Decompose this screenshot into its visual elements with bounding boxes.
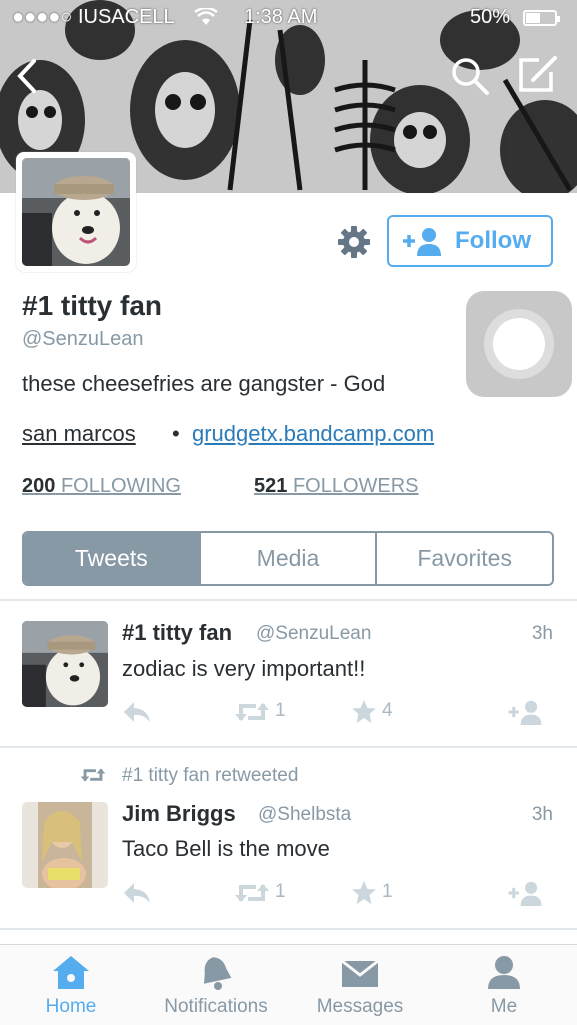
nav-messages-label: Messages bbox=[316, 996, 404, 1017]
tweet-author-handle: @Shelbsta bbox=[258, 804, 352, 825]
followers-label: FOLLOWERS bbox=[292, 475, 419, 497]
profile-avatar-image bbox=[22, 158, 130, 266]
add-person-icon bbox=[403, 228, 441, 256]
clock: 1:38 AM bbox=[244, 6, 318, 28]
star-icon[interactable] bbox=[351, 699, 377, 725]
envelope-icon bbox=[341, 959, 379, 987]
retweet-count: 1 bbox=[275, 700, 286, 721]
back-chevron-icon[interactable] bbox=[14, 58, 40, 94]
carrier-label: ●●●●○ IUSACELL bbox=[12, 6, 175, 28]
bell-icon bbox=[203, 957, 232, 990]
nav-notifications[interactable]: Notifications bbox=[156, 945, 276, 1025]
battery-percent: 50% bbox=[470, 6, 511, 28]
tweet-text: Taco Bell is the move bbox=[122, 836, 330, 861]
follow-button[interactable]: Follow bbox=[387, 215, 553, 267]
followers-count: 521 bbox=[254, 475, 288, 497]
gear-icon[interactable] bbox=[336, 224, 372, 260]
retweet-icon bbox=[80, 768, 106, 782]
retweet-icon[interactable] bbox=[234, 700, 270, 724]
tweet-avatar[interactable] bbox=[22, 802, 108, 888]
nav-me-label: Me bbox=[490, 996, 518, 1017]
tweet-time: 3h bbox=[531, 623, 553, 644]
compose-icon[interactable] bbox=[517, 54, 559, 94]
tweet-time: 3h bbox=[531, 804, 553, 825]
add-person-icon[interactable] bbox=[505, 880, 545, 906]
following-label: FOLLOWING bbox=[60, 475, 181, 497]
retweeted-by-label: #1 titty fan retweeted bbox=[122, 765, 299, 786]
follow-button-label: Follow bbox=[455, 227, 531, 254]
tweet-author-handle: @SenzuLean bbox=[256, 623, 372, 644]
nav-me[interactable]: Me bbox=[444, 945, 564, 1025]
profile-bio: these cheesefries are gangster - God bbox=[22, 371, 386, 396]
nav-notifications-label: Notifications bbox=[164, 996, 268, 1017]
bottom-tab-bar: Home Notifications Messages Me bbox=[0, 944, 577, 1025]
search-icon[interactable] bbox=[450, 56, 490, 96]
following-count: 200 bbox=[22, 475, 56, 497]
status-bar: ●●●●○ IUSACELL 1:38 AM 50% bbox=[0, 6, 577, 32]
profile-handle: @SenzuLean bbox=[22, 328, 144, 350]
person-icon bbox=[488, 956, 520, 989]
tweet-author-name: Jim Briggs bbox=[122, 801, 236, 826]
nav-home-label: Home bbox=[45, 996, 97, 1017]
tweet-avatar[interactable] bbox=[22, 621, 108, 707]
tweet-author-name: #1 titty fan bbox=[122, 620, 233, 645]
reply-icon[interactable] bbox=[122, 881, 152, 905]
profile-tabs: Tweets Media Favorites bbox=[22, 531, 554, 586]
star-icon[interactable] bbox=[351, 880, 377, 906]
reply-icon[interactable] bbox=[122, 700, 152, 724]
retweet-count: 1 bbox=[275, 881, 286, 902]
profile-website-link[interactable]: grudgetx.bandcamp.com bbox=[192, 421, 434, 447]
profile-location[interactable]: san marcos bbox=[22, 421, 136, 447]
tab-favorites[interactable]: Favorites bbox=[375, 533, 552, 584]
tweet-item[interactable]: #1 titty fan @SenzuLean 3h zodiac is ver… bbox=[0, 601, 577, 746]
profile-name: #1 titty fan bbox=[22, 290, 163, 321]
wifi-icon bbox=[194, 8, 218, 25]
add-person-icon[interactable] bbox=[505, 699, 545, 725]
nav-messages[interactable]: Messages bbox=[300, 945, 420, 1025]
home-icon bbox=[53, 956, 89, 989]
tab-media[interactable]: Media bbox=[198, 533, 376, 584]
tweet-item[interactable]: #1 titty fan retweeted Jim Briggs @Shelb… bbox=[0, 748, 577, 928]
favorite-count: 4 bbox=[382, 700, 393, 721]
divider bbox=[0, 928, 577, 930]
separator-dot: • bbox=[172, 421, 180, 446]
profile-avatar[interactable] bbox=[16, 152, 136, 272]
battery-icon bbox=[523, 10, 560, 26]
retweet-icon[interactable] bbox=[234, 881, 270, 905]
favorite-count: 1 bbox=[382, 881, 393, 902]
tweet-text: zodiac is very important!! bbox=[122, 656, 366, 681]
following-stat[interactable]: 200 FOLLOWING bbox=[22, 475, 181, 498]
followers-stat[interactable]: 521 FOLLOWERS bbox=[254, 475, 419, 498]
assistive-touch-button[interactable] bbox=[466, 291, 572, 397]
nav-home[interactable]: Home bbox=[11, 945, 131, 1025]
tab-tweets[interactable]: Tweets bbox=[24, 533, 199, 584]
